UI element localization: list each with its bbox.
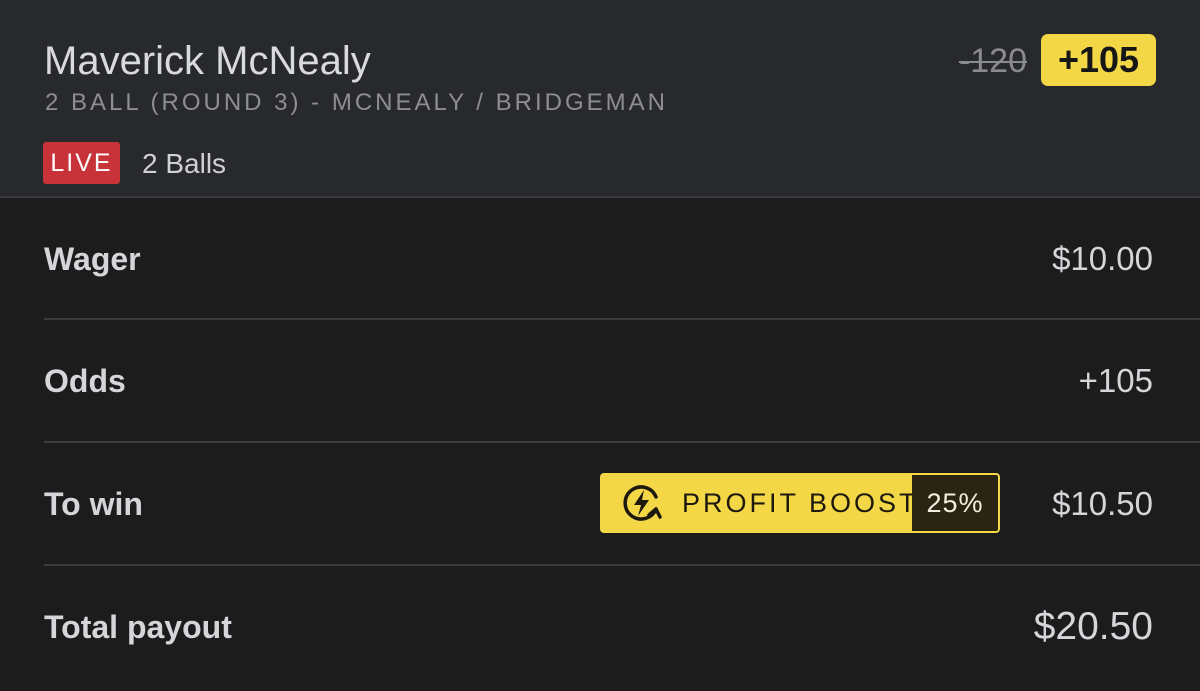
total-payout-row: Total payout $20.50 xyxy=(44,566,1156,688)
original-odds: -120 xyxy=(958,42,1027,80)
to-win-value: $10.50 xyxy=(1052,485,1153,522)
lightning-boost-icon xyxy=(618,479,666,527)
total-payout-value: $20.50 xyxy=(1033,605,1153,648)
event-type: 2 Balls xyxy=(142,148,227,179)
wager-value: $10.00 xyxy=(1052,240,1153,277)
profit-boost-percent: 25% xyxy=(912,475,998,531)
wager-row: Wager $10.00 xyxy=(44,198,1156,320)
wager-label: Wager xyxy=(44,240,141,277)
profit-boost-badge: PROFIT BOOST 25% xyxy=(600,473,1000,533)
bet-slip: Maverick McNealy 2 BALL (ROUND 3) - MCNE… xyxy=(0,0,1200,691)
selection-header: Maverick McNealy 2 BALL (ROUND 3) - MCNE… xyxy=(0,0,1200,198)
odds-value: +105 xyxy=(1078,362,1153,399)
selection-name: Maverick McNealy xyxy=(44,39,371,83)
profit-boost-label: PROFIT BOOST xyxy=(682,487,919,518)
odds-label: Odds xyxy=(44,362,126,399)
total-payout-label: Total payout xyxy=(44,608,232,645)
odds-row: Odds +105 xyxy=(44,320,1156,442)
profit-boost-main: PROFIT BOOST xyxy=(602,475,916,531)
to-win-label: To win xyxy=(44,485,143,522)
live-badge: LIVE xyxy=(43,142,120,184)
boosted-odds-badge: +105 xyxy=(1041,34,1156,86)
market-name: 2 BALL (ROUND 3) - MCNEALY / BRIDGEMAN xyxy=(45,89,668,116)
